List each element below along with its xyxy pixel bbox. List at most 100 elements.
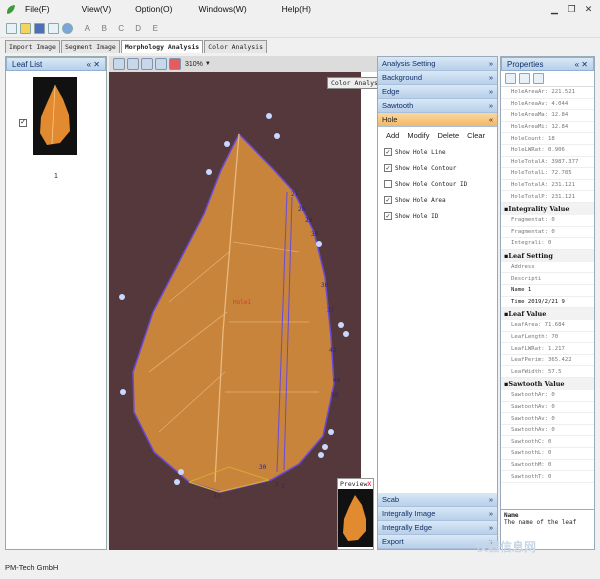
toolbar-c-button[interactable]: C — [110, 22, 124, 34]
check-show-hole-contour[interactable]: ✓ Show Hole Contour — [378, 160, 497, 176]
toolbar-e-button[interactable]: E — [144, 22, 158, 34]
property-row[interactable]: HoleLWRat: 0.906 — [501, 145, 594, 157]
property-row[interactable]: HoleAreaMa: 12.84 — [501, 110, 594, 122]
check-show-hole-contour-id[interactable]: Show Hole Contour ID — [378, 176, 497, 192]
property-category[interactable]: ▪ Integrality Value — [501, 202, 594, 215]
preview-thumbnail[interactable] — [338, 489, 373, 547]
property-row[interactable]: Name 1 — [501, 285, 594, 297]
save-icon[interactable] — [34, 22, 45, 34]
zoom-level[interactable]: 310% — [185, 61, 203, 68]
close-icon[interactable]: ✕ — [581, 4, 596, 15]
close-panel-icon[interactable]: ✕ — [93, 60, 100, 69]
checkbox[interactable]: ✓ — [384, 196, 392, 204]
open-folder-icon[interactable] — [20, 22, 31, 34]
close-panel-icon[interactable]: ✕ — [581, 60, 588, 69]
property-row[interactable]: HoleTotalA: 231.121 — [501, 180, 594, 192]
section-hole[interactable]: Hole « — [378, 113, 497, 127]
tab-color-analysis[interactable]: Color Analysis — [204, 40, 267, 53]
property-row[interactable]: HoleTotalP: 231.121 — [501, 191, 594, 203]
property-row[interactable]: HoleAreaAr: 221.521 — [501, 87, 594, 99]
property-row[interactable]: SawtoothAr: 0 — [501, 390, 594, 402]
property-row[interactable]: HoleCount: 18 — [501, 133, 594, 145]
section-integrally-image[interactable]: Integrally Image » — [378, 507, 497, 521]
property-category[interactable]: ▪ Leaf Value — [501, 308, 594, 321]
toolbar-a-button[interactable]: A — [76, 22, 90, 34]
property-row[interactable]: Fragmentat: 0 — [501, 215, 594, 227]
zoom-dropdown-icon[interactable]: ▼ — [205, 61, 211, 67]
image-canvas[interactable]: 27 28 29 30 36 37 42 44 50 3 2 30 33 Hol… — [109, 72, 361, 550]
collapse-icon[interactable]: « — [575, 60, 579, 69]
section-integrally-edge[interactable]: Integrally Edge » — [378, 521, 497, 535]
property-row[interactable]: SawtoothM: 0 — [501, 460, 594, 472]
check-show-hole-line[interactable]: ✓ Show Hole Line — [378, 144, 497, 160]
alphabetical-icon[interactable] — [519, 73, 530, 84]
zoom-fit-icon[interactable] — [141, 58, 153, 70]
toolbar-b-button[interactable]: B — [93, 22, 107, 34]
collapse-icon[interactable]: « — [87, 60, 91, 69]
property-row[interactable]: Time 2019/2/21 9 — [501, 297, 594, 309]
menu-file[interactable]: File(F) — [20, 4, 55, 14]
property-row[interactable]: LeafArea: 71.684 — [501, 320, 594, 332]
minimize-icon[interactable]: ▁ — [547, 4, 562, 15]
checkbox[interactable]: ✓ — [384, 148, 392, 156]
property-row[interactable]: LeafLWRat: 1.217 — [501, 343, 594, 355]
preview-close-button[interactable]: X — [367, 480, 371, 488]
property-category[interactable]: ▪ Sawtooth Value — [501, 378, 594, 391]
property-row[interactable]: Integrali: 0 — [501, 238, 594, 250]
clear-button[interactable]: Clear — [467, 131, 485, 140]
check-show-hole-area[interactable]: ✓ Show Hole Area — [378, 192, 497, 208]
property-row[interactable]: HoleAreaMi: 12.84 — [501, 122, 594, 134]
tab-morphology-analysis[interactable]: Morphology Analysis — [120, 40, 204, 53]
section-scab[interactable]: Scab » — [378, 493, 497, 507]
toolbar-d-button[interactable]: D — [127, 22, 141, 34]
new-file-icon[interactable] — [6, 22, 17, 34]
property-row[interactable]: SawtoothAv: 0 — [501, 402, 594, 414]
modify-button[interactable]: Modify — [407, 131, 429, 140]
property-pages-icon[interactable] — [533, 73, 544, 84]
leaf-thumbnail[interactable] — [33, 77, 77, 155]
property-row[interactable]: LeafLength: 70 — [501, 332, 594, 344]
globe-icon[interactable] — [62, 22, 73, 34]
restore-icon[interactable]: ❐ — [564, 4, 579, 15]
property-category[interactable]: ▪ Leaf Setting — [501, 249, 594, 262]
category-label: Sawtooth Value — [508, 380, 565, 389]
property-row[interactable]: HoleAreaAv: 4.044 — [501, 99, 594, 111]
property-row[interactable]: Address — [501, 262, 594, 274]
property-row[interactable]: SawtoothAv: 0 — [501, 425, 594, 437]
select-icon[interactable] — [169, 58, 181, 70]
property-row[interactable]: LeafWidth: 57.5 — [501, 366, 594, 379]
checkbox[interactable] — [384, 180, 392, 188]
zoom-in-icon[interactable] — [113, 58, 125, 70]
copy-icon[interactable] — [48, 22, 59, 34]
property-row[interactable]: Fragmentat: 0 — [501, 227, 594, 239]
section-edge[interactable]: Edge » — [378, 85, 497, 99]
zoom-out-icon[interactable] — [127, 58, 139, 70]
property-row[interactable]: SawtoothL: 0 — [501, 448, 594, 460]
add-button[interactable]: Add — [386, 131, 399, 140]
tab-segment-image[interactable]: Segment Image — [60, 40, 120, 53]
contour-number: 33 — [213, 493, 221, 500]
tab-import-image[interactable]: Import Image — [5, 40, 60, 53]
check-show-hole-id[interactable]: ✓ Show Hole ID — [378, 208, 497, 224]
checkbox[interactable]: ✓ — [384, 212, 392, 220]
delete-button[interactable]: Delete — [437, 131, 459, 140]
menu-help[interactable]: Help(H) — [277, 4, 316, 14]
categorized-icon[interactable] — [505, 73, 516, 84]
section-background[interactable]: Background » — [378, 71, 497, 85]
property-row[interactable]: LeafPerim: 365.422 — [501, 355, 594, 367]
property-row[interactable]: HoleTotalL: 72.785 — [501, 168, 594, 180]
leaf-checkbox[interactable]: ✓ — [19, 119, 27, 127]
checkbox[interactable]: ✓ — [384, 164, 392, 172]
menu-view[interactable]: View(V) — [77, 4, 117, 14]
menu-option[interactable]: Option(O) — [130, 4, 177, 14]
property-row[interactable]: SawtoothAv: 0 — [501, 413, 594, 425]
property-row[interactable]: SawtoothC: 0 — [501, 436, 594, 449]
property-row[interactable]: SawtoothT: 0 — [501, 471, 594, 483]
actual-size-icon[interactable] — [155, 58, 167, 70]
contour-number: 28 — [298, 206, 306, 213]
property-row[interactable]: Descripti — [501, 273, 594, 285]
collapse-icon[interactable]: » — [489, 59, 493, 68]
menu-windows[interactable]: Windows(W) — [194, 4, 252, 14]
property-row[interactable]: HoleTotalA: 3987.377 — [501, 157, 594, 169]
section-sawtooth[interactable]: Sawtooth » — [378, 99, 497, 113]
